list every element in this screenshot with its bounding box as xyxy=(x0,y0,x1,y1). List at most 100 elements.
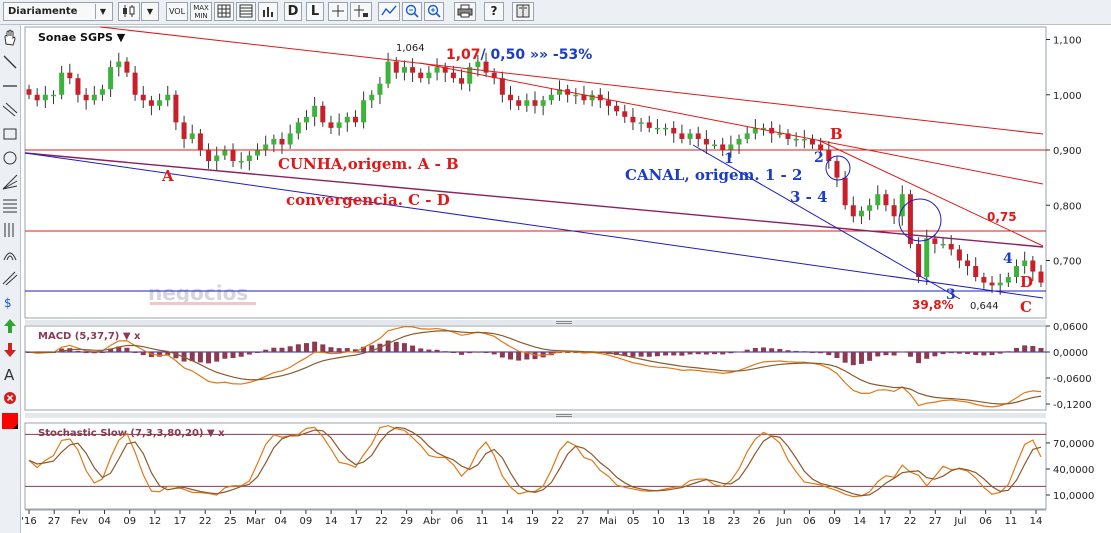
macd-histogram-bar xyxy=(450,352,456,354)
macd-histogram-bar xyxy=(206,352,212,364)
macd-histogram-bar xyxy=(320,344,326,352)
macd-histogram-bar xyxy=(818,352,824,354)
point-label-b: B xyxy=(830,125,843,143)
candle-body xyxy=(875,194,881,206)
macd-histogram-bar xyxy=(736,351,742,353)
macd-histogram-bar xyxy=(728,352,734,354)
candle-body xyxy=(793,138,799,141)
point-label-4: 4 xyxy=(1003,251,1013,267)
candle-body xyxy=(638,122,644,124)
x-tick-label: 14 xyxy=(853,516,866,527)
macd-histogram-bar xyxy=(279,347,285,352)
x-tick-label: 22 xyxy=(551,516,564,527)
y-tick-label: 0,700 xyxy=(1053,257,1082,268)
macd-histogram-bar xyxy=(703,352,709,355)
macd-histogram-bar xyxy=(442,351,448,353)
y-tick-label: -0,0600 xyxy=(1053,374,1092,385)
candle-body xyxy=(303,116,309,123)
candle-body xyxy=(703,138,709,145)
candle-body xyxy=(891,205,897,217)
candle-body xyxy=(328,122,334,128)
candle-body xyxy=(246,155,252,162)
macd-histogram-bar xyxy=(393,342,399,352)
macd-histogram-bar xyxy=(875,352,881,357)
macd-histogram-bar xyxy=(973,352,979,356)
macd-histogram-bar xyxy=(197,352,203,363)
macd-histogram-bar xyxy=(246,352,252,355)
macd-histogram-bar xyxy=(508,352,514,360)
y-tick-label: 0,800 xyxy=(1053,201,1082,212)
candle-body xyxy=(508,94,514,101)
candle-body xyxy=(654,127,660,130)
candle-body xyxy=(622,111,628,117)
x-tick-label: 19 xyxy=(526,516,539,527)
candle-body xyxy=(712,144,718,146)
macd-histogram-bar xyxy=(1022,345,1028,352)
x-tick-label: 27 xyxy=(48,516,61,527)
annotation-convergencia: convergencia. C - D xyxy=(286,191,450,209)
macd-histogram-bar xyxy=(516,352,522,361)
candle-body xyxy=(532,100,538,106)
x-tick-label: 05 xyxy=(627,516,640,527)
x-tick-label: 12 xyxy=(149,516,162,527)
macd-histogram-bar xyxy=(809,352,815,353)
candle-body xyxy=(393,61,399,73)
macd-histogram-bar xyxy=(858,352,864,364)
x-tick-label: 13 xyxy=(677,516,690,527)
candle-body xyxy=(605,100,611,106)
x-tick-label: Jul xyxy=(953,516,966,527)
x-tick-label: 22 xyxy=(375,516,388,527)
candle-body xyxy=(728,144,734,150)
macd-histogram-bar xyxy=(1030,345,1036,352)
candle-body xyxy=(981,277,987,283)
macd-histogram-bar xyxy=(410,345,416,352)
x-tick-label: 14 xyxy=(325,516,338,527)
macd-histogram-bar xyxy=(132,352,138,353)
y-tick-label: 40,0000 xyxy=(1053,465,1094,476)
x-tick-label: Mai xyxy=(599,516,617,527)
x-tick-label: Abr xyxy=(423,516,441,527)
x-tick-label: 04 xyxy=(98,516,111,527)
candle-body xyxy=(320,105,326,123)
candle-body xyxy=(932,238,938,244)
annotation-0-75: 0,75 xyxy=(987,210,1017,224)
candle-body xyxy=(948,243,954,250)
candle-body xyxy=(230,150,236,162)
y-tick-label: 0,0600 xyxy=(1053,322,1088,333)
chart-svg[interactable]: 1,100 1,000 0,900 0,800 0,700 Sonae SGPS ▼ neg… xyxy=(0,0,1111,533)
x-tick-label: Jun xyxy=(775,516,792,527)
x-tick-label: 10 xyxy=(652,516,665,527)
macd-histogram-bar xyxy=(214,352,220,362)
x-tick-label: 17 xyxy=(879,516,892,527)
candle-body xyxy=(148,100,154,106)
candle-body xyxy=(940,243,946,246)
x-tick-label: 17 xyxy=(174,516,187,527)
candle-body xyxy=(736,138,742,145)
candle-body xyxy=(189,133,195,139)
x-tick-label: 23 xyxy=(728,516,741,527)
macd-histogram-bar xyxy=(263,349,269,352)
candle-body xyxy=(679,133,685,139)
macd-histogram-bar xyxy=(426,349,432,352)
annotation-target-text: 1,07/ 0,50 »» -53% xyxy=(446,47,592,63)
candle-body xyxy=(279,138,285,145)
macd-histogram-bar xyxy=(907,352,913,357)
candle-body xyxy=(222,150,228,156)
candle-body xyxy=(965,260,971,267)
candle-body xyxy=(924,238,930,278)
x-tick-label: 06 xyxy=(803,516,816,527)
candle-body xyxy=(1014,266,1020,278)
macd-histogram-bar xyxy=(965,352,971,354)
candle-body xyxy=(287,133,293,145)
macd-histogram-bar xyxy=(336,348,342,352)
macd-histogram-bar xyxy=(230,352,236,359)
macd-histogram-bar xyxy=(475,351,481,353)
candle-body xyxy=(646,122,652,128)
macd-histogram-bar xyxy=(303,343,309,352)
macd-histogram-bar xyxy=(777,348,783,352)
candle-body xyxy=(801,138,807,141)
candle-body xyxy=(344,116,350,123)
candle-body xyxy=(516,100,522,106)
candle-body xyxy=(450,72,456,79)
macd-histogram-bar xyxy=(401,343,407,352)
